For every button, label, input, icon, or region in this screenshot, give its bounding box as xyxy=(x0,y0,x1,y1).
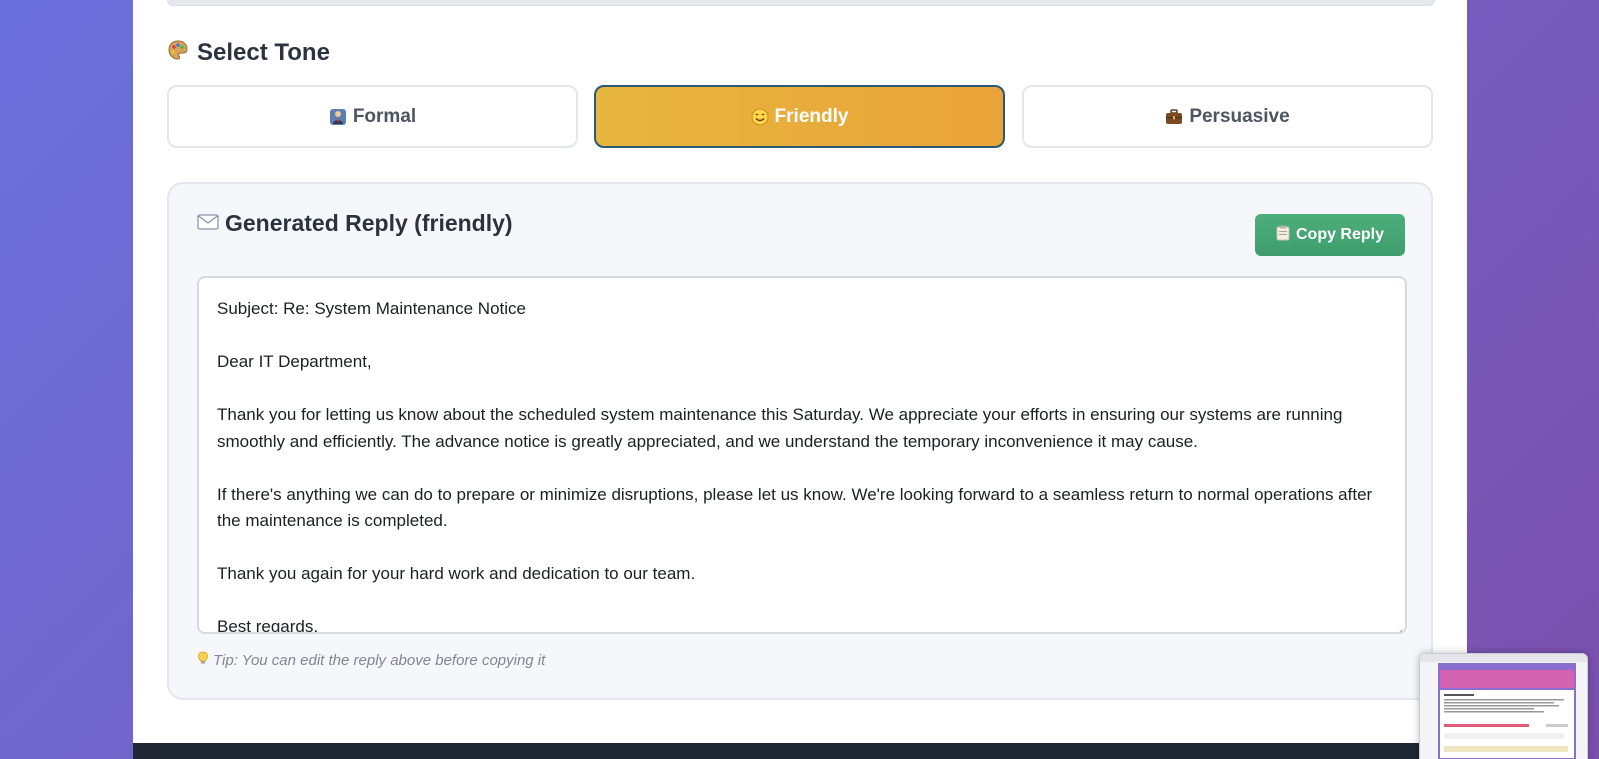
reply-greeting: Dear IT Department, xyxy=(217,352,372,371)
copy-reply-label: Copy Reply xyxy=(1295,226,1384,243)
palette-icon xyxy=(167,39,189,68)
screenshot-thumbnail[interactable] xyxy=(1419,653,1588,759)
reply-subject: Subject: Re: System Maintenance Notice xyxy=(217,299,526,318)
main-card: Select Tone Formal Friendly Persuasive G… xyxy=(133,0,1467,759)
envelope-icon xyxy=(197,210,219,237)
reply-title: Generated Reply (friendly) xyxy=(225,209,513,236)
copy-reply-button[interactable]: Copy Reply xyxy=(1255,214,1405,256)
reply-paragraph-3: Thank you again for your hard work and d… xyxy=(217,564,696,583)
tone-friendly-button[interactable]: Friendly xyxy=(594,85,1005,148)
reply-textarea[interactable]: Subject: Re: System Maintenance Notice D… xyxy=(197,276,1407,634)
previous-section-edge xyxy=(167,0,1435,6)
necktie-person-icon xyxy=(329,108,347,126)
smiley-face-icon xyxy=(751,108,769,126)
tone-persuasive-label: Persuasive xyxy=(1189,105,1290,127)
lightbulb-icon xyxy=(197,651,209,669)
reply-paragraph-1: Thank you for letting us know about the … xyxy=(217,405,1348,451)
briefcase-icon xyxy=(1165,108,1183,126)
tone-formal-button[interactable]: Formal xyxy=(167,85,578,148)
tone-friendly-label: Friendly xyxy=(774,105,849,127)
tone-options: Formal Friendly Persuasive xyxy=(167,85,1433,148)
resize-handle-icon[interactable] xyxy=(1393,620,1403,632)
footer-bar xyxy=(133,743,1467,759)
tip-text: Tip: You can edit the reply above before… xyxy=(213,651,546,669)
generated-reply-panel: Generated Reply (friendly) Copy Reply Su… xyxy=(167,182,1433,700)
clipboard-icon xyxy=(1276,225,1290,246)
tone-section-title: Select Tone xyxy=(197,39,330,66)
tone-section-header: Select Tone xyxy=(167,36,330,70)
tone-formal-label: Formal xyxy=(352,105,417,127)
tone-persuasive-button[interactable]: Persuasive xyxy=(1022,85,1433,148)
edit-tip: Tip: You can edit the reply above before… xyxy=(197,650,545,670)
reply-paragraph-2: If there's anything we can do to prepare… xyxy=(217,484,1377,531)
reply-closing: Best regards, xyxy=(217,617,319,634)
reply-header: Generated Reply (friendly) xyxy=(197,206,513,240)
